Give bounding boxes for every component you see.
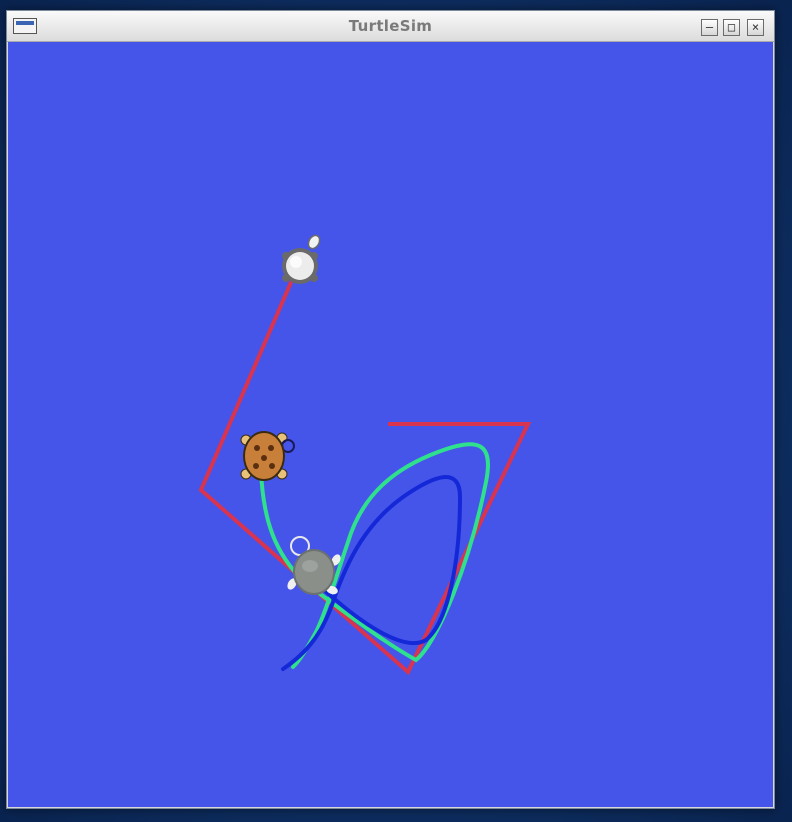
- maximize-button[interactable]: □: [723, 19, 740, 36]
- white-turtle[interactable]: [282, 233, 322, 284]
- minimize-button[interactable]: –: [701, 19, 718, 36]
- orange-turtle[interactable]: [240, 431, 295, 481]
- close-icon: ×: [751, 20, 760, 34]
- simulation-canvas: [8, 42, 773, 807]
- maximize-icon: □: [727, 20, 736, 34]
- turtle-drawing: [198, 233, 532, 676]
- turtlesim-window[interactable]: TurtleSim – □ ×: [6, 10, 775, 809]
- minimize-icon: –: [705, 20, 714, 34]
- gray-turtle[interactable]: [286, 536, 343, 596]
- close-button[interactable]: ×: [747, 19, 764, 36]
- window-title: TurtleSim: [348, 17, 433, 35]
- title-bar[interactable]: TurtleSim – □ ×: [7, 11, 774, 42]
- desktop-background: TurtleSim – □ ×: [0, 0, 792, 822]
